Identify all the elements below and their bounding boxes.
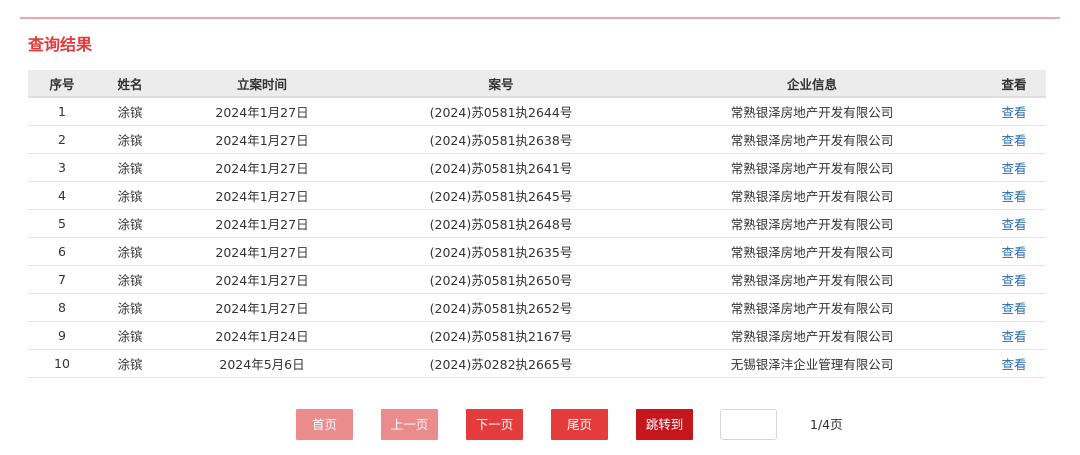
cell-company: 常熟银泽房地产开发有限公司: [642, 265, 982, 294]
cell-case-no: (2024)苏0581执2644号: [360, 97, 642, 126]
cell-name: 涂镔: [96, 265, 164, 294]
cell-case-no: (2024)苏0581执2648号: [360, 209, 642, 238]
page-number-input[interactable]: [720, 409, 777, 440]
header-view: 查看: [982, 70, 1046, 98]
header-case-no: 案号: [360, 70, 642, 98]
table-row: 2 涂镔 2024年1月27日 (2024)苏0581执2638号 常熟银泽房地…: [28, 125, 1046, 154]
cell-name: 涂镔: [96, 349, 164, 378]
cell-company: 常熟银泽房地产开发有限公司: [642, 209, 982, 238]
cell-index: 8: [28, 293, 96, 322]
pagination: 首页 上一页 下一页 尾页 跳转到 1/4页: [0, 409, 1080, 441]
jump-to-button[interactable]: 跳转到: [636, 409, 693, 440]
view-link[interactable]: 查看: [1001, 189, 1026, 204]
table-row: 9 涂镔 2024年1月24日 (2024)苏0581执2167号 常熟银泽房地…: [28, 321, 1046, 350]
cell-view: 查看: [982, 125, 1046, 154]
section-title: 查询结果: [28, 35, 93, 54]
cell-index: 10: [28, 349, 96, 378]
last-page-button[interactable]: 尾页: [551, 409, 608, 440]
table-row: 5 涂镔 2024年1月27日 (2024)苏0581执2648号 常熟银泽房地…: [28, 209, 1046, 238]
cell-view: 查看: [982, 349, 1046, 378]
cell-name: 涂镔: [96, 321, 164, 350]
view-link[interactable]: 查看: [1001, 273, 1026, 288]
cell-name: 涂镔: [96, 209, 164, 238]
cell-name: 涂镔: [96, 181, 164, 210]
cell-date: 2024年1月27日: [164, 293, 360, 322]
table-header-row: 序号 姓名 立案时间 案号 企业信息 查看: [28, 70, 1046, 98]
cell-date: 2024年1月27日: [164, 265, 360, 294]
table-row: 4 涂镔 2024年1月27日 (2024)苏0581执2645号 常熟银泽房地…: [28, 181, 1046, 210]
cell-name: 涂镔: [96, 293, 164, 322]
cell-name: 涂镔: [96, 237, 164, 266]
cell-view: 查看: [982, 181, 1046, 210]
cell-case-no: (2024)苏0581执2645号: [360, 181, 642, 210]
view-link[interactable]: 查看: [1001, 329, 1026, 344]
cell-index: 6: [28, 237, 96, 266]
view-link[interactable]: 查看: [1001, 161, 1026, 176]
prev-page-button[interactable]: 上一页: [381, 409, 438, 440]
cell-case-no: (2024)苏0581执2635号: [360, 237, 642, 266]
cell-index: 3: [28, 153, 96, 182]
table-row: 7 涂镔 2024年1月27日 (2024)苏0581执2650号 常熟银泽房地…: [28, 265, 1046, 294]
view-link[interactable]: 查看: [1001, 217, 1026, 232]
cell-index: 7: [28, 265, 96, 294]
next-page-button[interactable]: 下一页: [466, 409, 523, 440]
header-index: 序号: [28, 70, 96, 98]
cell-date: 2024年1月27日: [164, 97, 360, 126]
cell-date: 2024年1月24日: [164, 321, 360, 350]
cell-date: 2024年1月27日: [164, 237, 360, 266]
cell-date: 2024年1月27日: [164, 125, 360, 154]
cell-company: 无锡银泽沣企业管理有限公司: [642, 349, 982, 378]
cell-case-no: (2024)苏0581执2652号: [360, 293, 642, 322]
cell-company: 常熟银泽房地产开发有限公司: [642, 321, 982, 350]
cell-case-no: (2024)苏0581执2650号: [360, 265, 642, 294]
cell-date: 2024年1月27日: [164, 153, 360, 182]
table-row: 8 涂镔 2024年1月27日 (2024)苏0581执2652号 常熟银泽房地…: [28, 293, 1046, 322]
cell-company: 常熟银泽房地产开发有限公司: [642, 293, 982, 322]
cell-company: 常熟银泽房地产开发有限公司: [642, 153, 982, 182]
cell-view: 查看: [982, 97, 1046, 126]
cell-name: 涂镔: [96, 125, 164, 154]
page-info: 1/4页: [810, 417, 843, 432]
cell-view: 查看: [982, 237, 1046, 266]
cell-company: 常熟银泽房地产开发有限公司: [642, 181, 982, 210]
table-row: 10 涂镔 2024年5月6日 (2024)苏0282执2665号 无锡银泽沣企…: [28, 349, 1046, 378]
view-link[interactable]: 查看: [1001, 105, 1026, 120]
cell-view: 查看: [982, 209, 1046, 238]
view-link[interactable]: 查看: [1001, 301, 1026, 316]
header-name: 姓名: [96, 70, 164, 98]
cell-date: 2024年5月6日: [164, 349, 360, 378]
cell-case-no: (2024)苏0581执2167号: [360, 321, 642, 350]
cell-view: 查看: [982, 321, 1046, 350]
view-link[interactable]: 查看: [1001, 357, 1026, 372]
cell-date: 2024年1月27日: [164, 181, 360, 210]
cell-index: 2: [28, 125, 96, 154]
cell-case-no: (2024)苏0581执2641号: [360, 153, 642, 182]
cell-index: 9: [28, 321, 96, 350]
cell-case-no: (2024)苏0581执2638号: [360, 125, 642, 154]
cell-name: 涂镔: [96, 153, 164, 182]
cell-case-no: (2024)苏0282执2665号: [360, 349, 642, 378]
cell-index: 4: [28, 181, 96, 210]
first-page-button[interactable]: 首页: [296, 409, 353, 440]
cell-view: 查看: [982, 265, 1046, 294]
cell-company: 常熟银泽房地产开发有限公司: [642, 125, 982, 154]
cell-view: 查看: [982, 153, 1046, 182]
top-divider: [20, 17, 1060, 19]
header-date: 立案时间: [164, 70, 360, 98]
results-table: 序号 姓名 立案时间 案号 企业信息 查看 1 涂镔 2024年1月27日 (2…: [28, 70, 1046, 378]
table-row: 1 涂镔 2024年1月27日 (2024)苏0581执2644号 常熟银泽房地…: [28, 97, 1046, 126]
header-company: 企业信息: [642, 70, 982, 98]
cell-date: 2024年1月27日: [164, 209, 360, 238]
cell-index: 1: [28, 97, 96, 126]
table-row: 3 涂镔 2024年1月27日 (2024)苏0581执2641号 常熟银泽房地…: [28, 153, 1046, 182]
cell-index: 5: [28, 209, 96, 238]
cell-name: 涂镔: [96, 97, 164, 126]
cell-view: 查看: [982, 293, 1046, 322]
table-row: 6 涂镔 2024年1月27日 (2024)苏0581执2635号 常熟银泽房地…: [28, 237, 1046, 266]
view-link[interactable]: 查看: [1001, 133, 1026, 148]
cell-company: 常熟银泽房地产开发有限公司: [642, 237, 982, 266]
view-link[interactable]: 查看: [1001, 245, 1026, 260]
cell-company: 常熟银泽房地产开发有限公司: [642, 97, 982, 126]
